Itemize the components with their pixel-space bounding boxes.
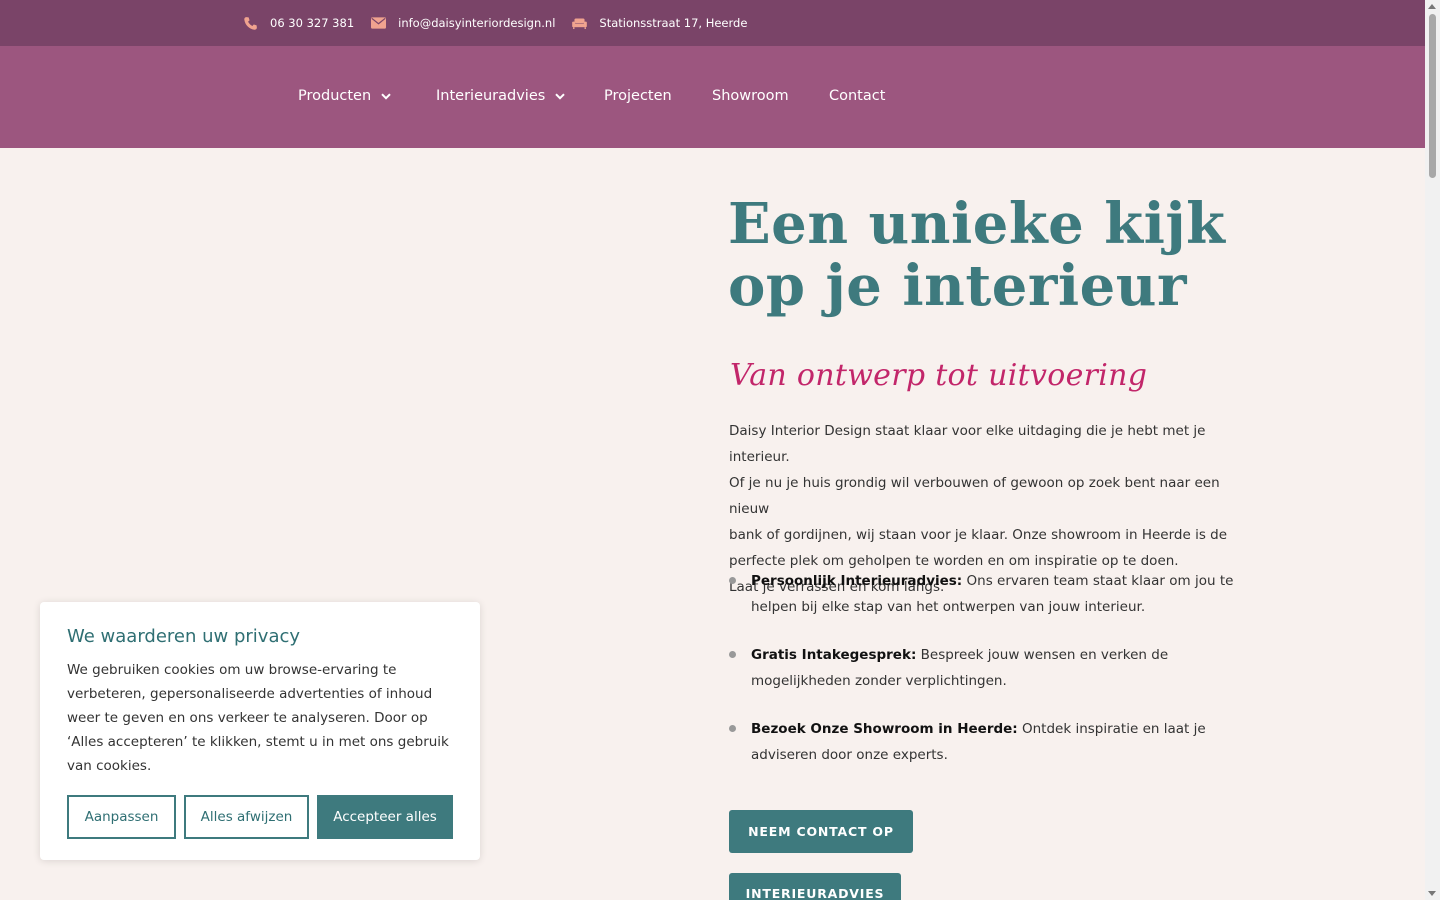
hero-title: Een unieke kijk op je interieur: [728, 193, 1288, 317]
page-scrollbar[interactable]: [1425, 0, 1440, 900]
intro-line: Daisy Interior Design staat klaar voor e…: [729, 423, 1206, 465]
scrollbar-thumb[interactable]: [1429, 14, 1436, 178]
intro-line: bank of gordijnen, wij staan voor je kla…: [729, 527, 1228, 543]
cookie-consent-dialog: We waarderen uw privacy We gebruiken coo…: [40, 602, 480, 860]
bullet-icon: [729, 725, 736, 732]
list-item: Persoonlijk Interieuradvies: Ons ervaren…: [729, 568, 1259, 620]
nav-item-label: Showroom: [712, 88, 789, 104]
email-address: info@daisyinteriordesign.nl: [398, 16, 556, 30]
benefits-list: Persoonlijk Interieuradvies: Ons ervaren…: [729, 568, 1259, 790]
nav-item-label: Producten: [298, 88, 372, 104]
nav-item-producten[interactable]: Producten: [298, 86, 391, 106]
intro-line: Of je nu je huis grondig wil verbouwen o…: [729, 475, 1220, 517]
benefit-heading: Persoonlijk Interieuradvies:: [751, 573, 963, 589]
scroll-up-arrow-icon[interactable]: [1428, 4, 1436, 9]
bullet-icon: [729, 651, 736, 658]
accept-all-button[interactable]: Accepteer alles: [317, 795, 453, 839]
bullet-icon: [729, 577, 736, 584]
list-item: Gratis Intakegesprek: Bespreek jouw wens…: [729, 642, 1259, 694]
list-item: Bezoek Onze Showroom in Heerde: Ontdek i…: [729, 716, 1259, 768]
cookie-text: We gebruiken cookies om uw browse-ervari…: [67, 662, 449, 774]
address-info[interactable]: Stationsstraat 17, Heerde: [572, 16, 747, 30]
nav-item-interieuradvies[interactable]: Interieuradvies: [436, 86, 566, 106]
nav-item-label: Contact: [829, 88, 886, 104]
chevron-down-icon: [381, 92, 391, 100]
reject-all-button[interactable]: Alles afwijzen: [184, 795, 309, 839]
hero-title-line-2: op je interieur: [728, 253, 1187, 319]
interieuradvies-button[interactable]: INTERIEURADVIES: [729, 873, 901, 900]
cookie-title: We waarderen uw privacy: [67, 626, 301, 647]
top-info-bar: 06 30 327 381 info@daisyinteriordesign.n…: [0, 0, 1425, 46]
main-navigation: Producten Interieuradvies Projecten Show…: [0, 46, 1425, 148]
nav-item-showroom[interactable]: Showroom: [712, 86, 789, 106]
sofa-icon: [572, 17, 588, 29]
hero-title-line-1: Een unieke kijk: [728, 191, 1226, 257]
email-info[interactable]: info@daisyinteriordesign.nl: [371, 16, 555, 30]
customize-button[interactable]: Aanpassen: [67, 795, 176, 839]
benefit-heading: Gratis Intakegesprek:: [751, 647, 917, 663]
hero-subtitle: Van ontwerp tot uitvoering: [730, 358, 1148, 393]
chevron-down-icon: [555, 92, 566, 100]
intro-line: perfecte plek om geholpen te worden en o…: [729, 553, 1179, 569]
contact-button[interactable]: NEEM CONTACT OP: [729, 810, 913, 853]
nav-item-projecten[interactable]: Projecten: [604, 86, 672, 106]
phone-icon: [244, 16, 257, 30]
nav-item-label: Projecten: [604, 88, 672, 104]
phone-info[interactable]: 06 30 327 381: [243, 16, 354, 31]
phone-number: 06 30 327 381: [270, 16, 355, 30]
nav-item-label: Interieuradvies: [436, 88, 546, 104]
scroll-down-arrow-icon[interactable]: [1428, 891, 1436, 896]
address-text: Stationsstraat 17, Heerde: [599, 16, 748, 30]
envelope-icon: [371, 17, 387, 29]
nav-item-contact[interactable]: Contact: [829, 86, 885, 106]
benefit-heading: Bezoek Onze Showroom in Heerde:: [751, 721, 1018, 737]
